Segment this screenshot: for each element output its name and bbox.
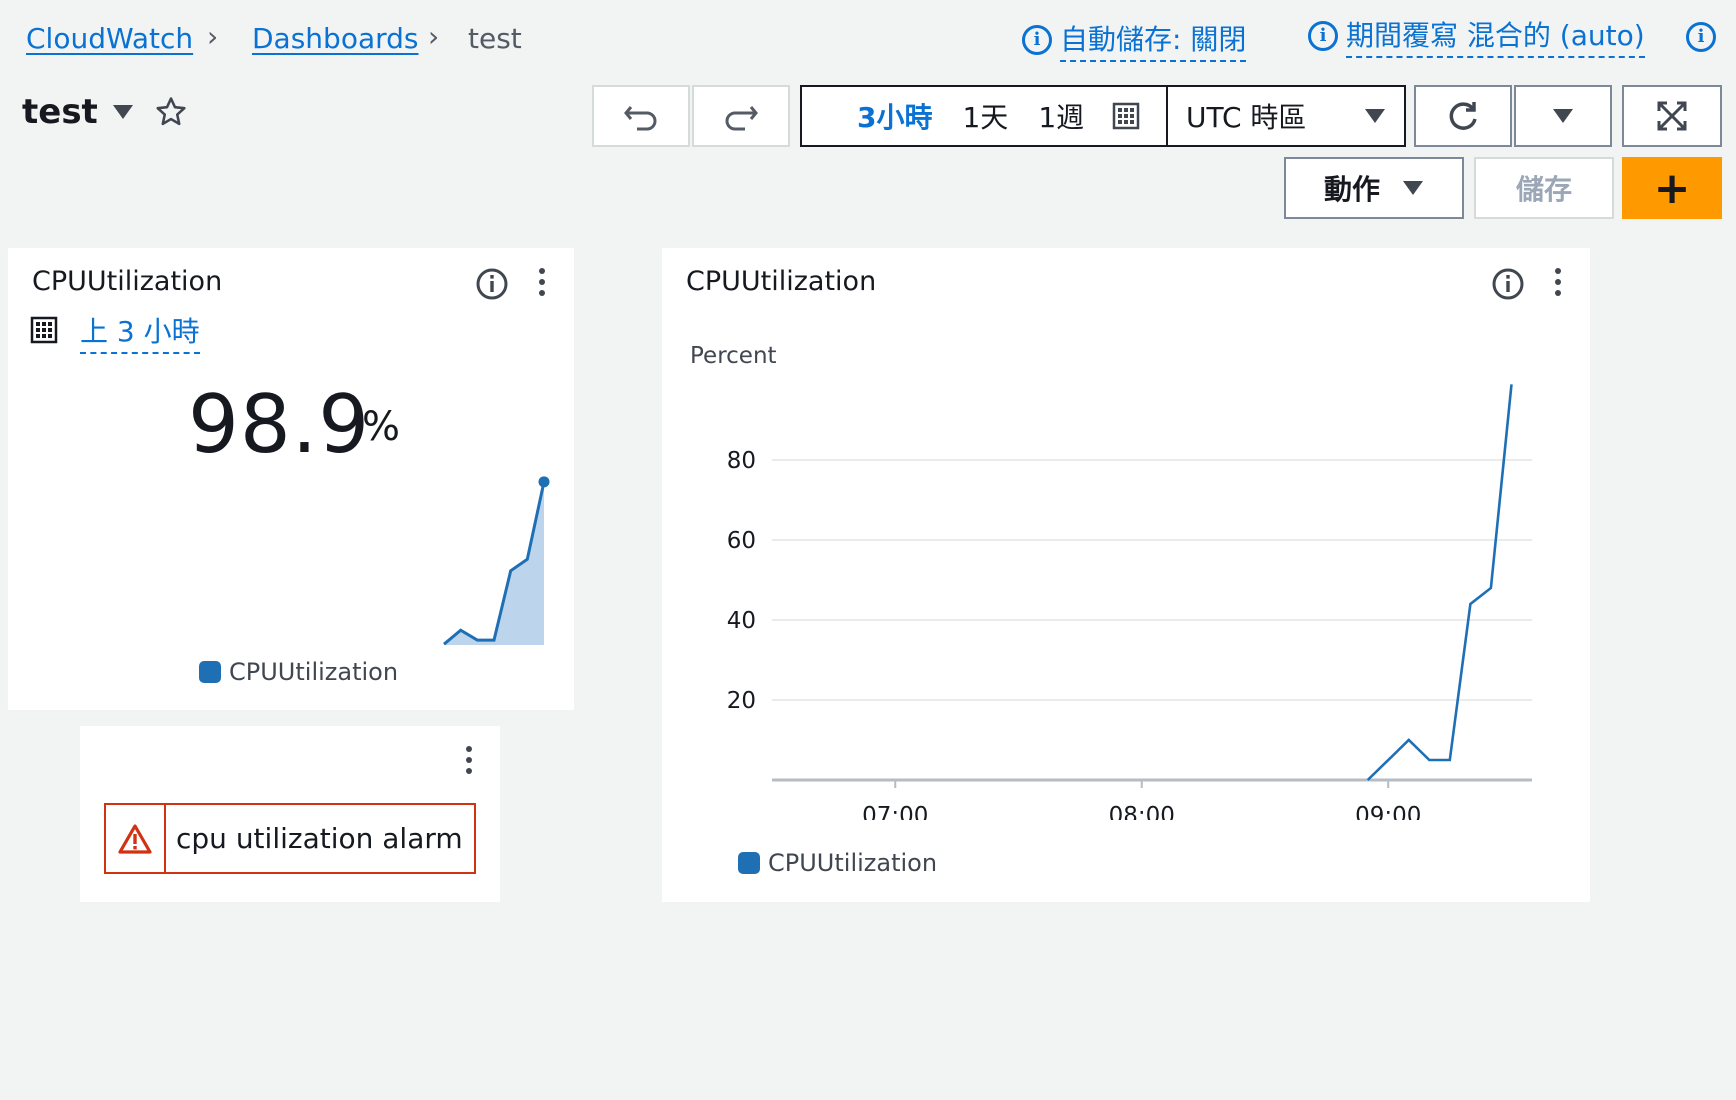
caret-down-icon [1553, 109, 1573, 123]
info-icon[interactable] [1491, 267, 1525, 301]
alarm-status[interactable]: cpu utilization alarm [104, 803, 476, 874]
y-axis-label: Percent [690, 343, 777, 369]
legend-swatch [199, 661, 221, 683]
refresh-options-dropdown[interactable] [1514, 85, 1612, 147]
more-options-icon[interactable] [535, 266, 549, 300]
caret-down-icon[interactable] [112, 104, 134, 120]
dashboard-title-group: test [22, 92, 188, 132]
timezone-label: UTC 時區 [1186, 101, 1307, 134]
calendar-icon [1112, 102, 1140, 130]
redo-icon [725, 106, 758, 131]
undo-icon [624, 106, 657, 131]
sparkline-area [444, 481, 544, 645]
chevron-right-icon: › [207, 20, 219, 53]
info-icon: i [1686, 22, 1716, 52]
undo-button[interactable] [592, 85, 690, 147]
time-period-link[interactable]: 上 3 小時 [80, 310, 200, 354]
warning-icon [118, 823, 152, 854]
breadcrumb-dashboards[interactable]: Dashboards [252, 22, 419, 55]
refresh-icon [1449, 102, 1477, 130]
widget-title: CPUUtilization [686, 266, 877, 297]
star-icon[interactable] [154, 95, 188, 129]
calendar-icon [30, 316, 58, 344]
x-tick-label: 09:00 [1355, 803, 1421, 820]
add-widget-button[interactable]: + [1622, 157, 1722, 219]
time-option-1d[interactable]: 1天 [950, 96, 1026, 136]
redo-button[interactable] [692, 85, 790, 147]
period-override[interactable]: i 期間覆寫 混合的 (auto) [1308, 14, 1645, 58]
help-info-button[interactable]: i [1686, 22, 1716, 52]
time-range-selector: 3小時 1天 1週 [800, 85, 1170, 147]
more-options-icon[interactable] [1551, 266, 1565, 300]
breadcrumb-cloudwatch[interactable]: CloudWatch [26, 22, 193, 55]
breadcrumb-current: test [468, 22, 522, 55]
alarm-name: cpu utilization alarm [176, 822, 463, 855]
info-icon: i [1022, 25, 1052, 55]
page-title: test [22, 92, 98, 132]
calendar-button[interactable] [1102, 102, 1140, 130]
legend-label: CPUUtilization [229, 658, 399, 686]
autosave-label: 自動儲存: 關閉 [1060, 18, 1247, 62]
caret-down-icon [1403, 181, 1423, 195]
y-tick-label: 60 [727, 528, 756, 554]
legend-label: CPUUtilization [768, 849, 938, 877]
time-option-1w[interactable]: 1週 [1026, 96, 1102, 136]
period-override-label: 期間覆寫 混合的 (auto) [1346, 14, 1645, 58]
save-button[interactable]: 儲存 [1474, 157, 1614, 219]
line-chart: Percent 20 40 60 80 07:00 08:00 09:00 [690, 343, 1532, 820]
widget-title: CPUUtilization [32, 266, 223, 297]
info-icon: i [1308, 21, 1338, 51]
y-tick-label: 80 [727, 448, 756, 474]
sparkline-chart [443, 476, 550, 646]
x-tick-label: 07:00 [862, 803, 928, 820]
fullscreen-icon [1657, 101, 1687, 131]
actions-label: 動作 [1323, 173, 1380, 206]
alarm-icon-cell [106, 805, 166, 872]
series-line-cpuutilization [1366, 384, 1513, 781]
metric-unit: % [362, 404, 401, 450]
time-option-3h[interactable]: 3小時 [802, 96, 950, 136]
chevron-right-icon: › [428, 20, 440, 53]
autosave-toggle[interactable]: i 自動儲存: 關閉 [1022, 18, 1247, 62]
y-tick-label: 20 [727, 688, 756, 714]
actions-button[interactable]: 動作 [1284, 157, 1464, 219]
legend-swatch [738, 852, 760, 874]
sparkline-point [538, 476, 550, 488]
x-tick-label: 08:00 [1109, 803, 1175, 820]
y-tick-label: 40 [727, 608, 756, 634]
refresh-button[interactable] [1414, 85, 1512, 147]
legend-item[interactable]: CPUUtilization [199, 658, 398, 686]
more-options-icon[interactable] [462, 744, 476, 778]
timezone-select[interactable]: UTC 時區 [1166, 85, 1406, 147]
fullscreen-button[interactable] [1622, 85, 1722, 147]
caret-down-icon [1365, 109, 1385, 123]
metric-value: 98.9 [188, 378, 371, 471]
legend-item[interactable]: CPUUtilization [738, 849, 937, 877]
info-icon[interactable] [475, 267, 509, 301]
